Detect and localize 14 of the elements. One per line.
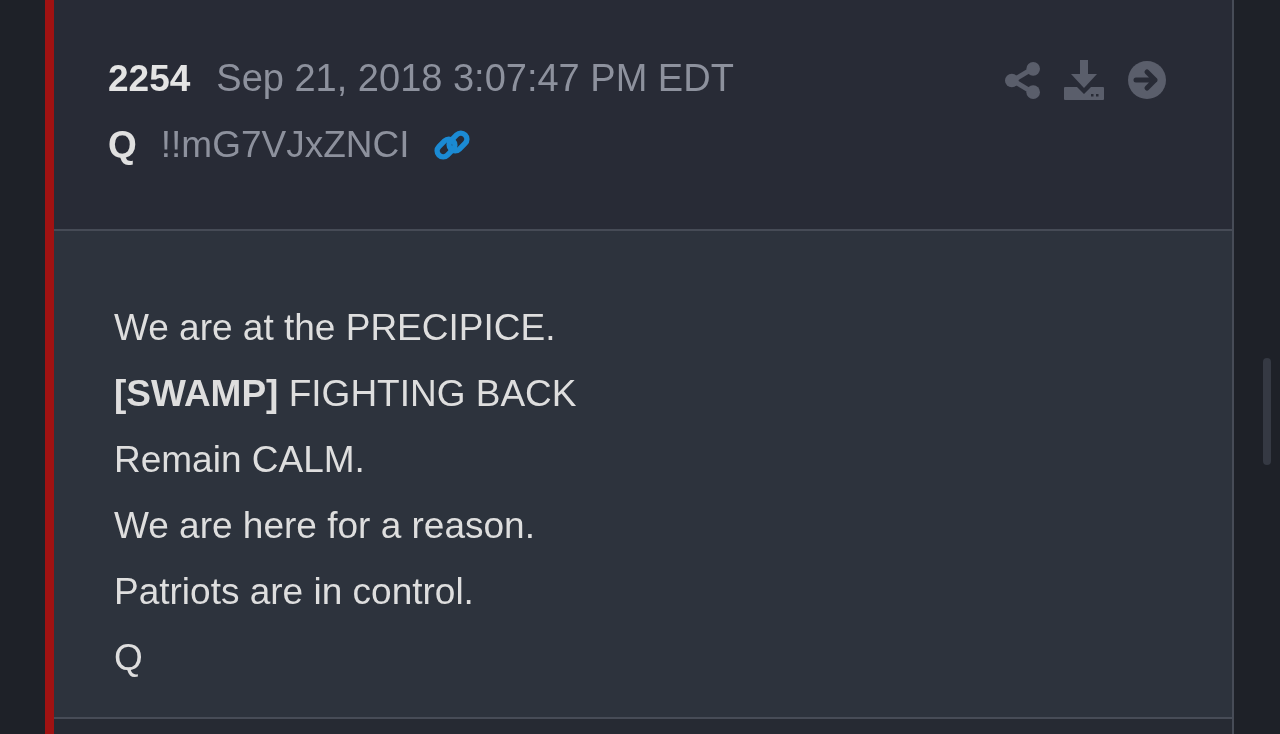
download-icon[interactable] bbox=[1064, 60, 1104, 100]
message-line: [SWAMP] FIGHTING BACK bbox=[114, 372, 577, 416]
arrow-right-circle-icon[interactable] bbox=[1128, 61, 1166, 99]
message-line: We are here for a reason. bbox=[114, 504, 535, 548]
scrollbar-thumb[interactable] bbox=[1263, 358, 1271, 465]
message-line: We are at the PRECIPICE. bbox=[114, 306, 556, 350]
share-icon[interactable] bbox=[1005, 61, 1040, 99]
message-line: Q bbox=[114, 636, 143, 680]
post-number: 2254 bbox=[108, 57, 191, 100]
author-name: Q bbox=[108, 124, 137, 166]
post-timestamp: Sep 21, 2018 3:07:47 PM EDT bbox=[216, 57, 734, 100]
tripcode: !!mG7VJxZNCI bbox=[160, 124, 410, 166]
message-line: Patriots are in control. bbox=[114, 570, 474, 614]
message-line: Remain CALM. bbox=[114, 438, 365, 482]
